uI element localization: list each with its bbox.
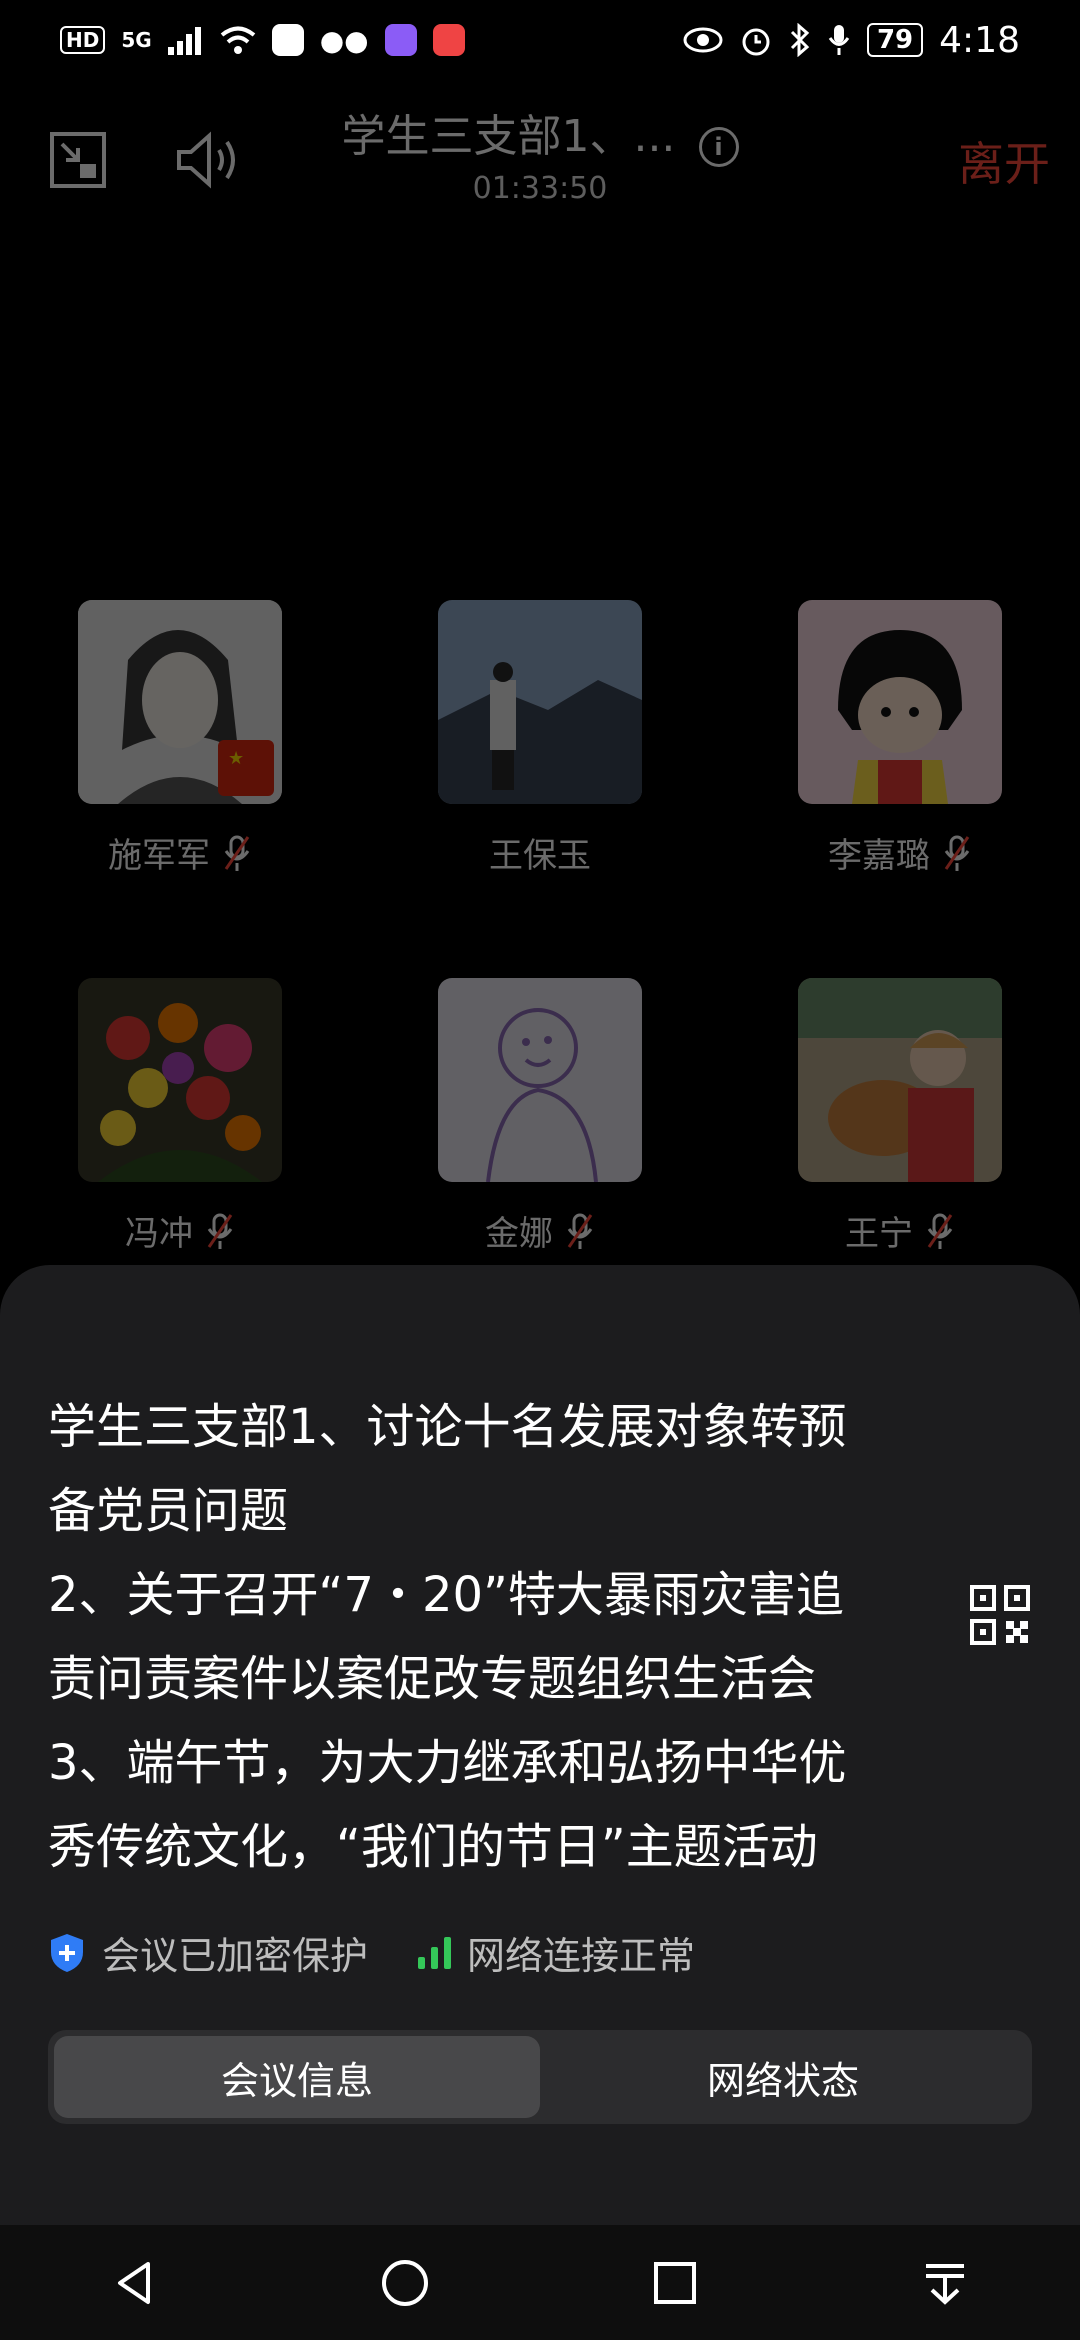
screen: HD 5G ●● 79 4:18 学生三支部1、... i 01:33:50 离…: [0, 0, 1080, 2340]
participant-name: 金娜: [485, 1214, 553, 1254]
clock: 4:18: [939, 19, 1020, 61]
participant-name: 李嘉璐: [828, 836, 930, 876]
meeting-agenda: 学生三支部1、讨论十名发展对象转预 备党员问题 2、关于召开“7・20”特大暴雨…: [48, 1385, 968, 1889]
participant-name: 冯冲: [125, 1214, 193, 1254]
system-nav-bar: [0, 2225, 1080, 2340]
agenda-line: 备党员问题: [48, 1483, 289, 1539]
network-signal-icon: [418, 1936, 452, 1969]
avatar: [798, 600, 1002, 804]
notification-pulldown-button[interactable]: [905, 2243, 985, 2323]
encryption-status: 会议已加密保护: [102, 1934, 369, 1978]
mic-icon: [828, 25, 850, 55]
network-status: 网络连接正常: [467, 1934, 696, 1978]
recents-square-icon: [654, 2261, 696, 2304]
qr-code-icon[interactable]: [970, 1585, 1030, 1645]
recents-button[interactable]: [635, 2243, 715, 2323]
meeting-header: 学生三支部1、... i 01:33:50: [300, 100, 780, 206]
svg-text:★: ★: [228, 748, 244, 769]
avatar: [78, 978, 282, 1182]
participant-tile[interactable]: 王宁: [798, 978, 1002, 1255]
tab-network-status[interactable]: 网络状态: [540, 2036, 1026, 2118]
chat-app-icon: [271, 24, 304, 56]
meeting-title[interactable]: 学生三支部1、...: [341, 111, 675, 162]
agenda-line: 秀传统文化，“我们的节日”主题活动: [48, 1819, 818, 1875]
battery-level: 79: [866, 23, 924, 57]
mic-muted-icon: [207, 1213, 233, 1249]
bluetooth-icon: [790, 23, 810, 57]
home-button[interactable]: [365, 2243, 445, 2323]
info-tabs: 会议信息 网络状态: [48, 2030, 1032, 2124]
hd-badge: HD: [60, 26, 106, 54]
avatar: [438, 600, 642, 804]
meeting-view: 学生三支部1、... i 01:33:50 离开 ★ 施军军 王保玉 李嘉璐 冯…: [0, 80, 1080, 1270]
participant-name: 王宁: [845, 1214, 913, 1254]
network-indicator: 5G: [121, 28, 152, 52]
avatar: [438, 978, 642, 1182]
home-circle-icon: [382, 2259, 428, 2306]
info-icon[interactable]: i: [698, 126, 739, 167]
wechat-icon: ●●: [319, 23, 369, 57]
back-button[interactable]: [95, 2243, 175, 2323]
shield-icon: [51, 1933, 83, 1972]
book-app-icon: [432, 24, 465, 56]
agenda-line: 3、端午节，为大力继承和弘扬中华优: [48, 1735, 847, 1791]
mic-muted-icon: [567, 1213, 593, 1249]
mic-muted-icon: [224, 835, 250, 871]
music-app-icon: [384, 24, 417, 56]
speaker-icon[interactable]: [168, 120, 248, 200]
meeting-status-row: 会议已加密保护 网络连接正常: [48, 1925, 695, 1980]
avatar: [798, 978, 1002, 1182]
meeting-top-bar: 学生三支部1、... i 01:33:50 离开: [0, 80, 1080, 230]
participant-name: 施军军: [108, 836, 210, 876]
minimize-window-icon[interactable]: [38, 120, 118, 200]
status-bar: HD 5G ●● 79 4:18: [0, 0, 1080, 80]
wifi-icon: [220, 26, 255, 54]
mic-muted-icon: [944, 835, 970, 871]
back-triangle-icon: [118, 2261, 150, 2304]
participant-tile[interactable]: ★ 施军军: [78, 600, 282, 877]
meeting-timer: 01:33:50: [472, 170, 608, 206]
participant-tile[interactable]: 冯冲: [78, 978, 282, 1255]
avatar: ★: [78, 600, 282, 804]
participant-tile[interactable]: 金娜: [438, 978, 642, 1255]
leave-button[interactable]: 离开: [958, 128, 1050, 194]
participant-tile[interactable]: 王保玉: [438, 600, 642, 877]
tab-meeting-info[interactable]: 会议信息: [54, 2036, 540, 2118]
participant-name: 王保玉: [489, 836, 591, 876]
agenda-line: 2、关于召开“7・20”特大暴雨灾害追: [48, 1567, 844, 1623]
participant-tile[interactable]: 李嘉璐: [798, 600, 1002, 877]
alarm-icon: [742, 28, 770, 56]
pull-down-icon: [926, 2263, 964, 2305]
signal-icon: [167, 27, 201, 55]
eye-icon: [683, 27, 723, 53]
agenda-line: 责问责案件以案促改专题组织生活会: [48, 1651, 817, 1707]
mic-muted-icon: [927, 1213, 953, 1249]
meeting-info-sheet: 学生三支部1、讨论十名发展对象转预 备党员问题 2、关于召开“7・20”特大暴雨…: [0, 1265, 1080, 2225]
agenda-line: 学生三支部1、讨论十名发展对象转预: [48, 1399, 847, 1455]
